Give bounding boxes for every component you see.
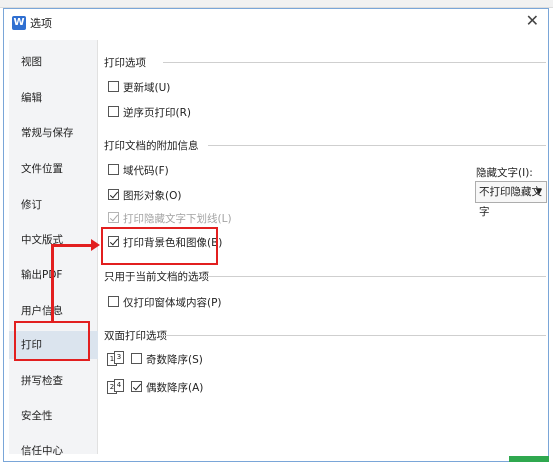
separator (208, 145, 546, 146)
wps-writer-icon: W (12, 16, 26, 30)
sidebar-item-file-locations[interactable]: 文件位置 (9, 155, 98, 183)
chevron-down-icon: ▼ (535, 187, 542, 196)
checkbox-box (108, 81, 119, 92)
annotation-arrow-shaft (51, 244, 93, 247)
doc-extras-title: 打印文档的附加信息 (104, 140, 199, 152)
checkbox-box (131, 353, 142, 364)
sidebar-item-edit[interactable]: 编辑 (9, 84, 98, 112)
print-highlight-box (14, 321, 90, 361)
sidebar-item-security[interactable]: 安全性 (9, 402, 98, 430)
print-options-title: 打印选项 (104, 57, 146, 69)
checkbox-box (108, 212, 119, 223)
odd-pages-descending-checkbox[interactable]: 奇数降序(S) (131, 352, 203, 368)
partial-button-edge (509, 456, 549, 462)
sidebar-item-spell-check[interactable]: 拼写检查 (9, 367, 98, 395)
hidden-text-select[interactable]: 不打印隐藏文字 ▼ (475, 181, 547, 218)
separator (161, 335, 546, 336)
even-pages-descending-checkbox[interactable]: 偶数降序(A) (131, 380, 203, 396)
sidebar-item-view[interactable]: 视图 (9, 48, 98, 76)
title-bar: W 选项 ✕ (4, 9, 548, 36)
duplex-odd-icon: 1 3 (107, 351, 127, 367)
checkbox-box (131, 381, 142, 392)
hidden-text-label: 隐藏文字(I): (476, 167, 533, 179)
drawing-objects-checkbox[interactable]: 图形对象(O) (108, 188, 181, 204)
sidebar-item-trust-center[interactable]: 信任中心 (9, 437, 98, 462)
update-fields-checkbox[interactable]: 更新域(U) (108, 80, 170, 96)
field-codes-checkbox[interactable]: 域代码(F) (108, 163, 169, 179)
annotation-arrow-shaft (51, 245, 54, 322)
background-toolbar-strip (0, 0, 553, 8)
form-data-only-checkbox[interactable]: 仅打印窗体域内容(P) (108, 295, 222, 311)
duplex-title: 双面打印选项 (104, 330, 167, 342)
dialog-title: 选项 (30, 17, 52, 30)
separator (196, 276, 546, 277)
checkbox-box (108, 106, 119, 117)
checkbox-box (108, 164, 119, 175)
close-icon[interactable]: ✕ (526, 11, 539, 30)
checkbox-box (108, 296, 119, 307)
duplex-even-icon: 2 4 (107, 379, 127, 395)
separator (163, 62, 546, 63)
background-highlight-box (101, 227, 218, 265)
current-doc-title: 只用于当前文档的选项 (104, 271, 209, 283)
annotation-arrow-head (91, 239, 100, 251)
checkbox-box (108, 189, 119, 200)
sidebar-item-revision[interactable]: 修订 (9, 191, 98, 219)
hidden-text-underline-checkbox: 打印隐藏文字下划线(L) (108, 211, 232, 227)
reverse-order-checkbox[interactable]: 逆序页打印(R) (108, 105, 191, 121)
sidebar-item-general-save[interactable]: 常规与保存 (9, 119, 98, 147)
